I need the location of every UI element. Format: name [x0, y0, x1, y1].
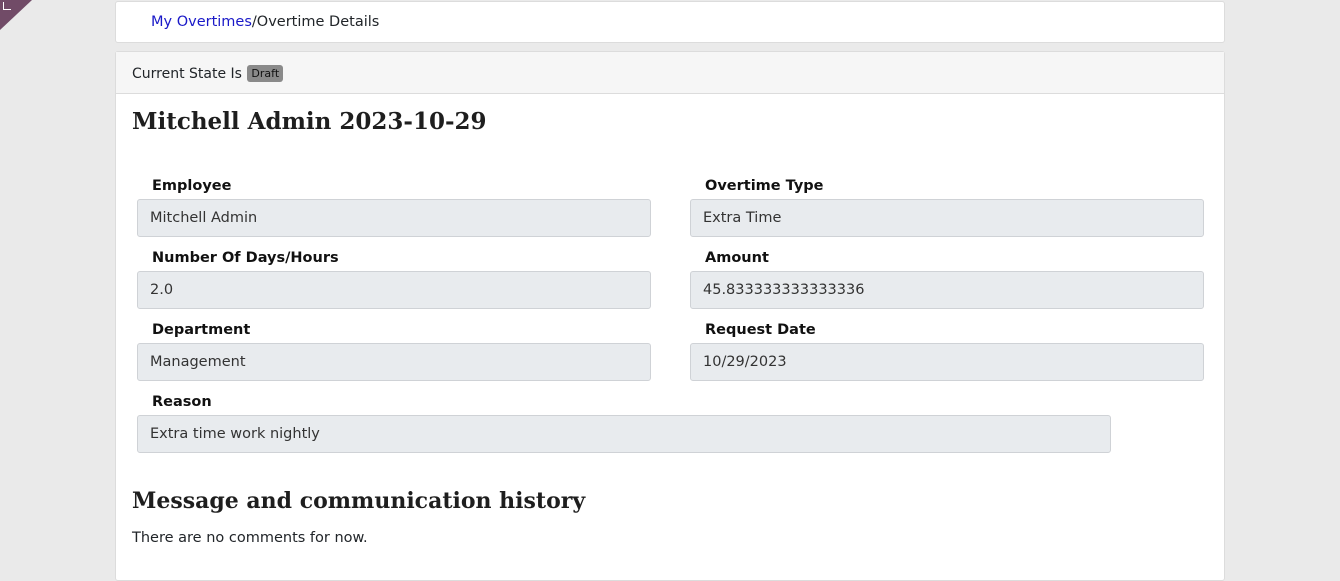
reason-field[interactable]: Extra time work nightly — [137, 415, 1111, 453]
reason-label: Reason — [152, 394, 212, 410]
request-date-field[interactable]: 10/29/2023 — [690, 343, 1204, 381]
employee-field[interactable]: Mitchell Admin — [137, 199, 651, 237]
no-comments-text: There are no comments for now. — [132, 530, 368, 546]
amount-field[interactable]: 45.833333333333336 — [690, 271, 1204, 309]
state-header: Current State Is Draft — [116, 52, 1224, 94]
department-label: Department — [152, 322, 251, 338]
days-hours-label: Number Of Days/Hours — [152, 250, 339, 266]
breadcrumb: My Overtimes/Overtime Details — [115, 1, 1225, 43]
amount-label: Amount — [705, 250, 769, 266]
state-label: Current State Is — [132, 66, 242, 82]
breadcrumb-current: Overtime Details — [256, 14, 380, 30]
overtime-type-label: Overtime Type — [705, 178, 824, 194]
days-hours-field[interactable]: 2.0 — [137, 271, 651, 309]
status-badge: Draft — [247, 65, 284, 82]
corner-arrow-icon — [3, 2, 11, 10]
request-date-label: Request Date — [705, 322, 816, 338]
page-title: Mitchell Admin 2023-10-29 — [132, 108, 487, 135]
overtime-details-card: Current State Is Draft Mitchell Admin 20… — [115, 51, 1225, 581]
department-field[interactable]: Management — [137, 343, 651, 381]
breadcrumb-my-overtimes-link[interactable]: My Overtimes — [151, 14, 252, 30]
brand-corner[interactable] — [0, 0, 32, 30]
employee-label: Employee — [152, 178, 232, 194]
message-history-title: Message and communication history — [132, 488, 586, 514]
overtime-type-field[interactable]: Extra Time — [690, 199, 1204, 237]
